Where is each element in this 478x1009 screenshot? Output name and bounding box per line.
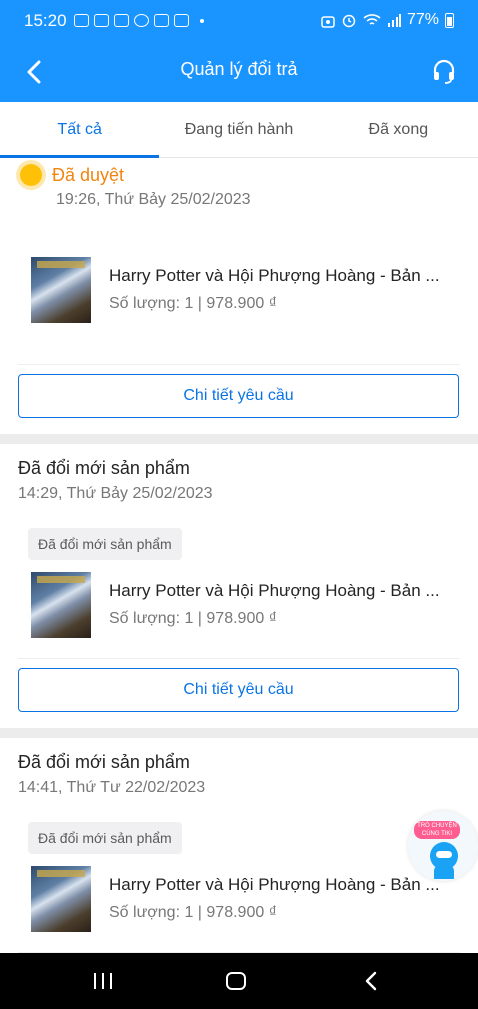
voicemail-icon [154,14,169,27]
request-time: 14:29, Thứ Bảy 25/02/2023 [18,485,213,502]
home-icon[interactable] [226,972,246,990]
support-button[interactable] [428,54,460,88]
chat-with-tiki-button[interactable]: TRÒ CHUYỆN CÙNG TIKI [408,811,478,881]
product-image [31,572,91,638]
status-time: 15:20 [24,11,67,30]
status-indicator-icon [20,164,42,186]
qr-icon [114,14,129,27]
recent-apps-icon[interactable] [94,973,112,989]
request-time: 14:41, Thứ Tư 22/02/2023 [18,779,206,796]
messenger-icon [134,14,149,27]
product-image [31,257,91,323]
status-bar: 15:20 77% [0,0,478,42]
status-tag: Đã đổi mới sản phẩm [28,528,182,560]
product-title: Harry Potter và Hội Phượng Hoàng - Bản .… [109,266,440,285]
product-title: Harry Potter và Hội Phượng Hoàng - Bản .… [109,581,440,600]
status-row: Đã đổi mới sản phẩm [18,752,190,773]
request-status: Đã duyệt [52,164,125,185]
product-item[interactable]: Harry Potter và Hội Phượng Hoàng - Bản .… [31,572,458,638]
product-quantity-price: Số lượng: 1 | 978.900 ₫ [109,295,277,312]
zalo-icon [94,14,109,27]
request-time: 19:26, Thứ Bảy 25/02/2023 [56,191,251,208]
request-status: Đã đổi mới sản phẩm [18,752,190,772]
tab-done[interactable]: Đã xong [319,102,478,157]
battery-icon [445,12,454,28]
system-nav-bar [0,953,478,1009]
request-list[interactable]: Đã duyệt 19:26, Thứ Bảy 25/02/2023 Harry… [0,158,478,953]
app-header: Quản lý đổi trả [0,42,478,102]
chat-bubble-label: TRÒ CHUYỆN CÙNG TIKI [414,821,460,839]
tab-bar: Tất cả Đang tiến hành Đã xong [0,102,478,158]
return-request-card: Đã đổi mới sản phẩm 14:29, Thứ Bảy 25/02… [0,444,478,728]
request-status: Đã đổi mới sản phẩm [18,458,190,478]
status-row: Đã duyệt [20,164,124,186]
inbox-icon [174,14,189,27]
product-image [31,866,91,932]
battery-percent: 77% [406,11,439,28]
product-item[interactable]: Harry Potter và Hội Phượng Hoàng - Bản .… [31,257,458,323]
product-title: Harry Potter và Hội Phượng Hoàng - Bản .… [109,875,440,894]
product-item[interactable]: Harry Potter và Hội Phượng Hoàng - Bản .… [31,866,458,932]
alarm-icon [342,14,356,28]
product-quantity-price: Số lượng: 1 | 978.900 ₫ [109,610,277,627]
tab-in-progress[interactable]: Đang tiến hành [159,102,318,157]
return-request-card: Đã đổi mới sản phẩm 14:41, Thứ Tư 22/02/… [0,738,478,953]
wifi-icon [363,14,381,25]
android-icon [321,16,335,28]
more-notifications-icon [200,18,204,23]
request-detail-button[interactable]: Chi tiết yêu cầu [18,668,459,712]
headset-icon [433,59,455,84]
mascot-body [434,865,454,879]
product-quantity-price: Số lượng: 1 | 978.900 ₫ [109,904,277,921]
return-request-card: Đã duyệt 19:26, Thứ Bảy 25/02/2023 Harry… [0,158,478,434]
chat-icon [74,14,89,27]
divider [18,658,460,659]
status-tag: Đã đổi mới sản phẩm [28,822,182,854]
divider [18,364,460,365]
back-icon[interactable] [360,970,382,992]
system-icons: 77% [321,11,454,29]
status-row: Đã đổi mới sản phẩm [18,458,190,479]
tab-all[interactable]: Tất cả [0,102,160,158]
signal-icon [387,14,401,27]
request-detail-button[interactable]: Chi tiết yêu cầu [18,374,459,418]
notification-icons [74,14,204,27]
page-title: Quản lý đổi trả [180,59,298,79]
